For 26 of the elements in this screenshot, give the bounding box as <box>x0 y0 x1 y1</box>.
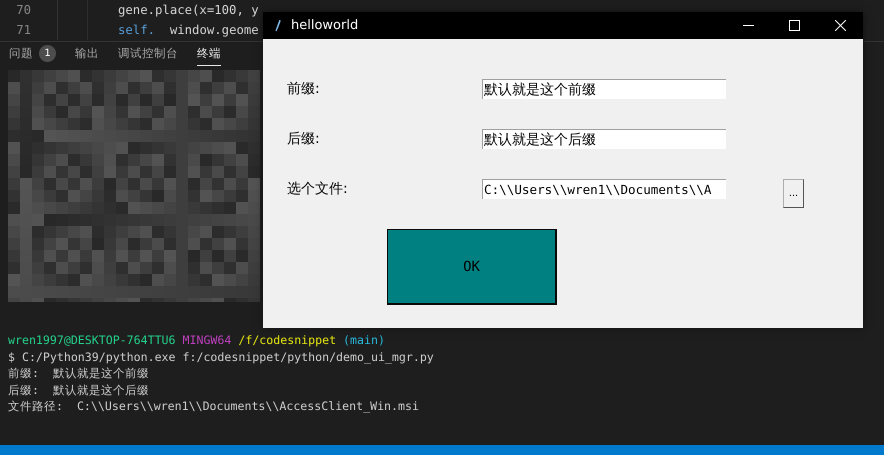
terminal-line: 文件路径: C:\\Users\\wren1\\Documents\\AccessClient_Win.msi <box>8 398 420 414</box>
terminal-prompt: wren1997@DESKTOP-764TTU6 MINGW64 /f/codesnippet (main) <box>8 332 386 348</box>
close-icon <box>834 20 846 31</box>
file-path-field[interactable]: C:\\Users\\wren1\\Documents\\A <box>482 179 726 199</box>
terminal-line: 后缀: 默认就是这个后缀 <box>8 382 150 398</box>
field-label: 前缀: <box>287 80 321 98</box>
panel-tab[interactable]: 输出 <box>75 42 99 66</box>
text-field[interactable]: 默认就是这个后缀 <box>482 129 726 149</box>
text-field[interactable]: 默认就是这个前缀 <box>482 79 726 99</box>
window-title: helloworld <box>291 18 360 33</box>
line-number: 71 <box>0 20 58 40</box>
terminal-line: 前缀: 默认就是这个前缀 <box>8 365 150 382</box>
count-badge: 1 <box>39 45 56 62</box>
code-line: gene.place(x=100, y <box>118 3 259 17</box>
feather-icon <box>275 20 281 32</box>
panel-tab[interactable]: 终端 <box>197 42 221 66</box>
browse-button[interactable]: ... <box>783 178 804 208</box>
terminal-line: $ C:/Python39/python.exe f:/codesnippet/python/demo_ui_mgr.py <box>8 348 435 365</box>
panel-tab[interactable]: 调试控制台 <box>118 42 178 66</box>
code-line: self. window.geome <box>118 23 259 37</box>
maximize-icon <box>788 20 800 31</box>
panel-tab[interactable]: 问题 1 <box>9 42 56 66</box>
field-label: 选个文件: <box>287 180 349 198</box>
field-label: 后缀: <box>287 130 321 148</box>
ok-button[interactable]: OK <box>387 229 557 305</box>
line-number: 70 <box>0 0 58 20</box>
